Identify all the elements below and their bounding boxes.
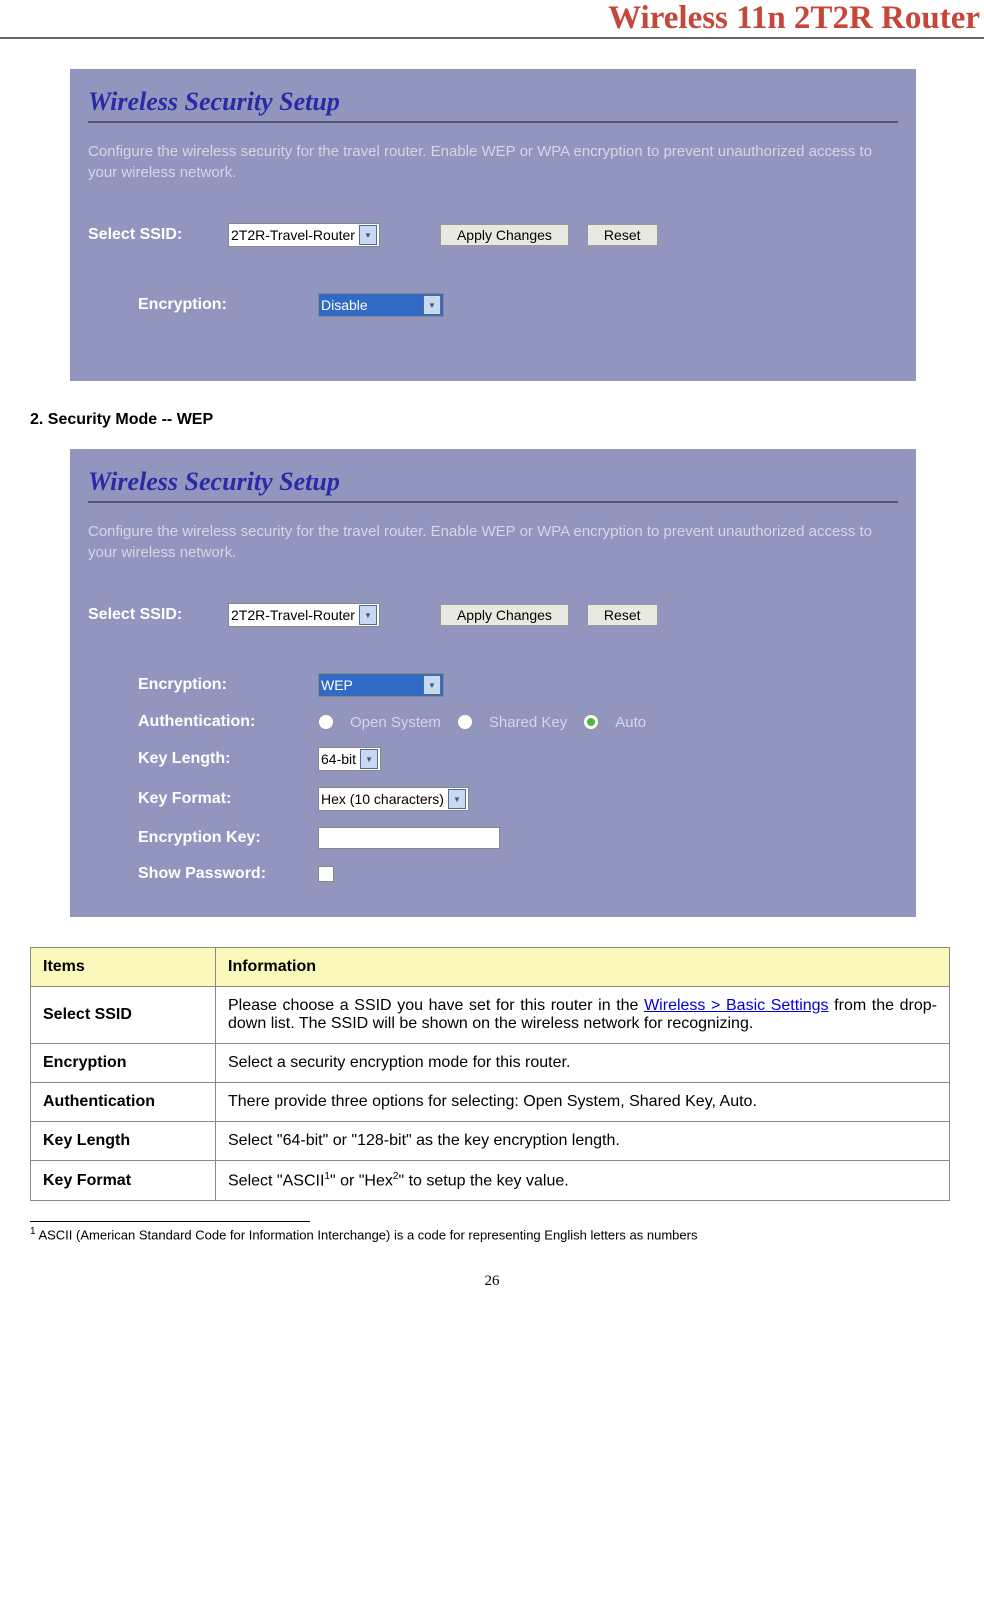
encryptionkey-label: Encryption Key: [138,829,318,847]
table-item: Encryption [31,1044,216,1083]
page-number: 26 [0,1273,984,1290]
authentication-label: Authentication: [138,713,318,731]
ssid-value: 2T2R-Travel-Router [231,607,355,623]
keyformat-value: Hex (10 characters) [321,791,444,807]
radio-label-open: Open System [350,714,441,731]
chevron-down-icon: ▼ [359,225,377,245]
reset-button[interactable]: Reset [587,224,658,246]
keylength-label: Key Length: [138,750,318,768]
chevron-down-icon: ▼ [448,789,466,809]
keylength-value: 64-bit [321,751,356,767]
table-info: Select "64-bit" or "128-bit" as the key … [216,1122,950,1161]
encryption-label: Encryption: [138,296,318,314]
chevron-down-icon: ▼ [359,605,377,625]
table-row: Select SSID Please choose a SSID you hav… [31,987,950,1044]
keyformat-label: Key Format: [138,790,318,808]
info-table: Items Information Select SSID Please cho… [30,947,950,1201]
apply-changes-button[interactable]: Apply Changes [440,224,569,246]
keylength-dropdown[interactable]: 64-bit ▼ [318,747,381,771]
ssid-label: Select SSID: [88,226,228,244]
page-header: Wireless 11n 2T2R Router [0,0,984,39]
radio-shared-key[interactable] [457,714,473,730]
radio-open-system[interactable] [318,714,334,730]
wireless-basic-settings-link[interactable]: Wireless > Basic Settings [644,997,828,1014]
table-row: Encryption Select a security encryption … [31,1044,950,1083]
encryption-label: Encryption: [138,676,318,694]
table-info: Please choose a SSID you have set for th… [216,987,950,1044]
ssid-label: Select SSID: [88,606,228,624]
screenshot-disable: Wireless Security Setup Configure the wi… [70,69,916,381]
radio-label-auto: Auto [615,714,646,731]
radio-label-shared: Shared Key [489,714,567,731]
showpassword-label: Show Password: [138,865,318,883]
table-item: Key Format [31,1161,216,1201]
table-header-info: Information [216,948,950,987]
reset-button[interactable]: Reset [587,604,658,626]
screenshot-title: Wireless Security Setup [88,87,898,123]
ssid-value: 2T2R-Travel-Router [231,227,355,243]
showpassword-checkbox[interactable] [318,866,334,882]
footnote-divider [30,1221,310,1222]
screenshot-description: Configure the wireless security for the … [88,141,898,183]
table-header-items: Items [31,948,216,987]
chevron-down-icon: ▼ [360,749,378,769]
section-heading: 2. Security Mode -- WEP [30,411,954,429]
table-item: Key Length [31,1122,216,1161]
screenshot-wep: Wireless Security Setup Configure the wi… [70,449,916,917]
table-info: Select a security encryption mode for th… [216,1044,950,1083]
table-item: Select SSID [31,987,216,1044]
keyformat-dropdown[interactable]: Hex (10 characters) ▼ [318,787,469,811]
table-info: Select "ASCII1" or "Hex2" to setup the k… [216,1161,950,1201]
table-item: Authentication [31,1083,216,1122]
encryption-value: WEP [321,677,353,693]
footnote: 1 ASCII (American Standard Code for Info… [30,1226,954,1242]
screenshot-title: Wireless Security Setup [88,467,898,503]
chevron-down-icon: ▼ [423,675,441,695]
table-row: Key Length Select "64-bit" or "128-bit" … [31,1122,950,1161]
screenshot-description: Configure the wireless security for the … [88,521,898,563]
radio-auto[interactable] [583,714,599,730]
encryptionkey-input[interactable] [318,827,500,849]
table-row: Key Format Select "ASCII1" or "Hex2" to … [31,1161,950,1201]
table-row: Authentication There provide three optio… [31,1083,950,1122]
header-title: Wireless 11n 2T2R Router [0,0,980,37]
encryption-dropdown[interactable]: Disable ▼ [318,293,444,317]
chevron-down-icon: ▼ [423,295,441,315]
ssid-dropdown[interactable]: 2T2R-Travel-Router ▼ [228,603,380,627]
ssid-dropdown[interactable]: 2T2R-Travel-Router ▼ [228,223,380,247]
apply-changes-button[interactable]: Apply Changes [440,604,569,626]
encryption-value: Disable [321,297,368,313]
table-info: There provide three options for selectin… [216,1083,950,1122]
encryption-dropdown[interactable]: WEP ▼ [318,673,444,697]
